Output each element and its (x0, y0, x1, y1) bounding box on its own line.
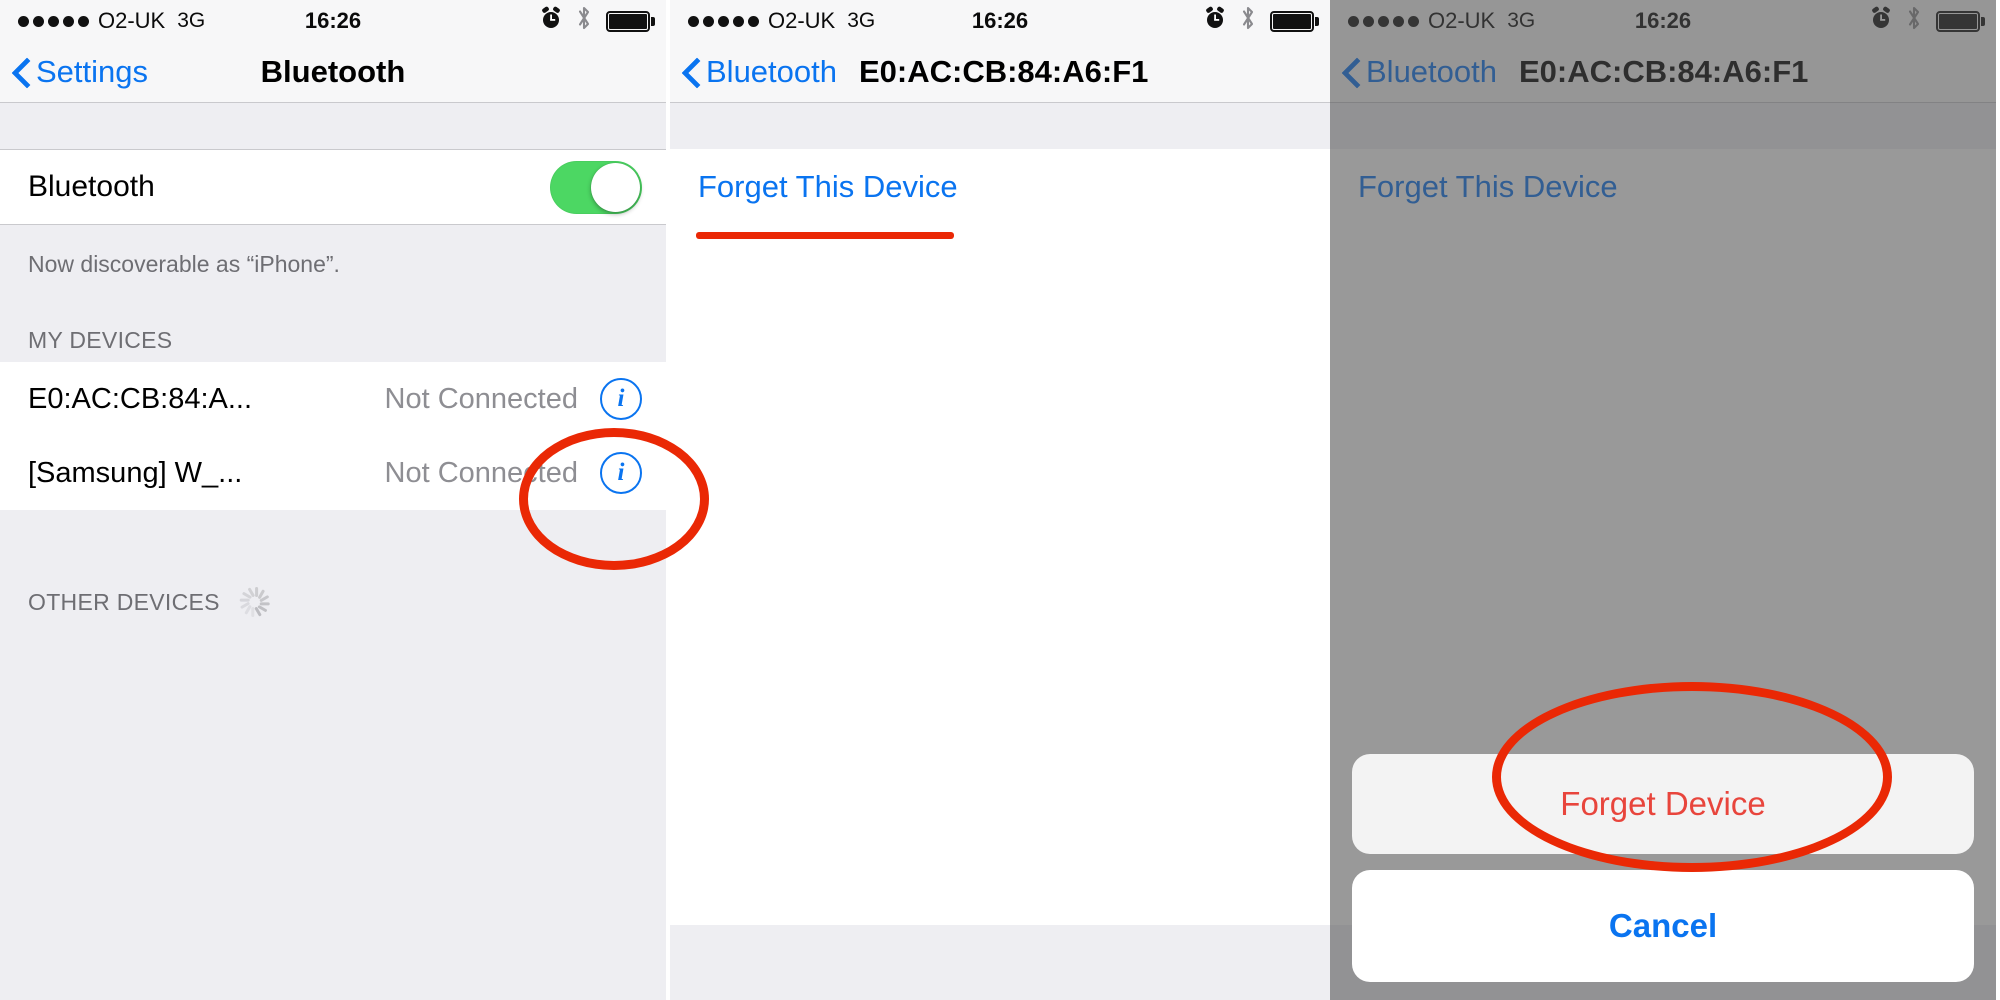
nav-bar: Bluetooth E0:AC:CB:84:A6:F1 (670, 42, 1330, 103)
page-title: Bluetooth (260, 54, 406, 89)
status-bar-right (1204, 0, 1319, 42)
panel-bluetooth-settings: O2-UK 3G 16:26 Settings Bluetooth Blueto… (0, 0, 666, 1000)
alarm-clock-icon (540, 6, 562, 36)
device-row[interactable]: [Samsung] W_... Not Connected i (0, 436, 666, 510)
panel-device-detail: O2-UK 3G 16:26 Bluetooth E0:AC:CB:84:A6:… (670, 0, 1330, 1000)
bluetooth-row-label: Bluetooth (28, 170, 155, 203)
spacer-before-other-devices (0, 510, 666, 580)
bluetooth-icon (1239, 5, 1257, 37)
status-bar: O2-UK 3G 16:26 (0, 0, 666, 42)
annotation-underline-forget-this-device (696, 232, 954, 239)
alarm-clock-icon (1204, 6, 1226, 36)
back-button-label: Bluetooth (706, 54, 837, 89)
forget-device-button[interactable]: Forget Device (1352, 754, 1974, 854)
info-icon[interactable]: i (600, 378, 642, 420)
panel2-empty-area (670, 225, 1330, 925)
back-button-bluetooth[interactable]: Bluetooth (684, 54, 837, 90)
bluetooth-toggle-switch[interactable] (550, 160, 642, 214)
forget-this-device-link[interactable]: Forget This Device (698, 169, 958, 205)
panel1-bottom-spacer (0, 624, 666, 954)
panel-forget-confirmation: O2-UK 3G 16:26 Bluetooth E0:AC (1330, 0, 1996, 1000)
status-bar-right (540, 0, 655, 42)
battery-icon (1270, 10, 1319, 32)
forget-this-device-row[interactable]: Forget This Device (670, 149, 1330, 225)
section-header-other-devices: OTHER DEVICES (0, 580, 666, 624)
bluetooth-icon (575, 5, 593, 37)
group-spacer-top (0, 103, 666, 149)
loading-spinner-icon (236, 585, 270, 619)
status-bar: O2-UK 3G 16:26 (670, 0, 1330, 42)
info-icon[interactable]: i (600, 452, 642, 494)
action-sheet: Forget Device Cancel (1352, 754, 1974, 982)
battery-icon (606, 10, 655, 32)
screenshot-root: O2-UK 3G 16:26 Settings Bluetooth Blueto… (0, 0, 2000, 1000)
device-row[interactable]: E0:AC:CB:84:A... Not Connected i (0, 362, 666, 436)
device-name: E0:AC:CB:84:A... (28, 382, 253, 415)
section-header-my-devices: MY DEVICES (0, 318, 666, 362)
cancel-button[interactable]: Cancel (1352, 870, 1974, 982)
section-header-other-devices-label: OTHER DEVICES (28, 588, 220, 615)
device-status: Not Connected (384, 382, 578, 415)
chevron-left-icon (684, 58, 700, 86)
device-name: [Samsung] W_... (28, 456, 243, 489)
section-header-my-devices-label: MY DEVICES (28, 326, 173, 353)
nav-bar: Settings Bluetooth (0, 42, 666, 103)
page-title: E0:AC:CB:84:A6:F1 (859, 54, 1149, 89)
toggle-knob (591, 162, 640, 212)
spacer-before-my-devices (0, 278, 666, 318)
group-spacer-top (670, 103, 1330, 149)
discoverable-footnote: Now discoverable as “iPhone”. (0, 225, 666, 278)
bluetooth-toggle-row[interactable]: Bluetooth (0, 149, 666, 225)
device-status: Not Connected (384, 456, 578, 489)
